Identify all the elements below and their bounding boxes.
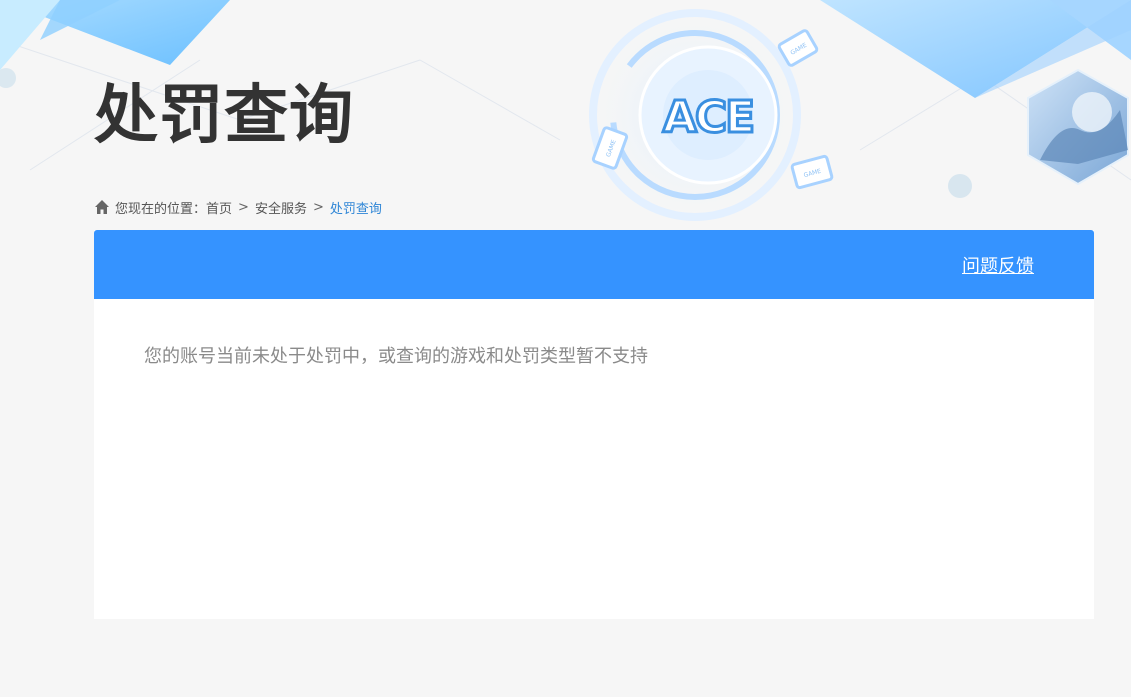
header-banner: ACE GAME GAME GAME 处罚查询 您现在的位置： 首页 > 安全服…	[0, 0, 1131, 230]
page-title: 处罚查询	[94, 79, 354, 153]
breadcrumb-current: 处罚查询	[329, 201, 382, 217]
character-hexagon	[1027, 68, 1129, 186]
result-message: 您的账号当前未处于处罚中，或查询的游戏和处罚类型暂不支持	[144, 346, 648, 367]
breadcrumb-security-link[interactable]: 安全服务	[255, 198, 307, 217]
breadcrumb-separator: >	[238, 199, 249, 215]
breadcrumb: 您现在的位置： 首页 > 安全服务 > 处罚查询	[94, 197, 382, 217]
svg-text:ACE: ACE	[663, 92, 753, 143]
home-icon	[95, 200, 109, 214]
panel-header: 问题反馈	[94, 230, 1094, 299]
result-panel: 问题反馈 您的账号当前未处于处罚中，或查询的游戏和处罚类型暂不支持	[94, 230, 1094, 619]
ace-logo: ACE	[661, 91, 756, 145]
breadcrumb-prefix: 您现在的位置：	[115, 201, 207, 217]
breadcrumb-home-link[interactable]: 首页	[206, 198, 232, 217]
breadcrumb-separator: >	[312, 199, 324, 215]
feedback-link[interactable]: 问题反馈	[962, 252, 1034, 278]
